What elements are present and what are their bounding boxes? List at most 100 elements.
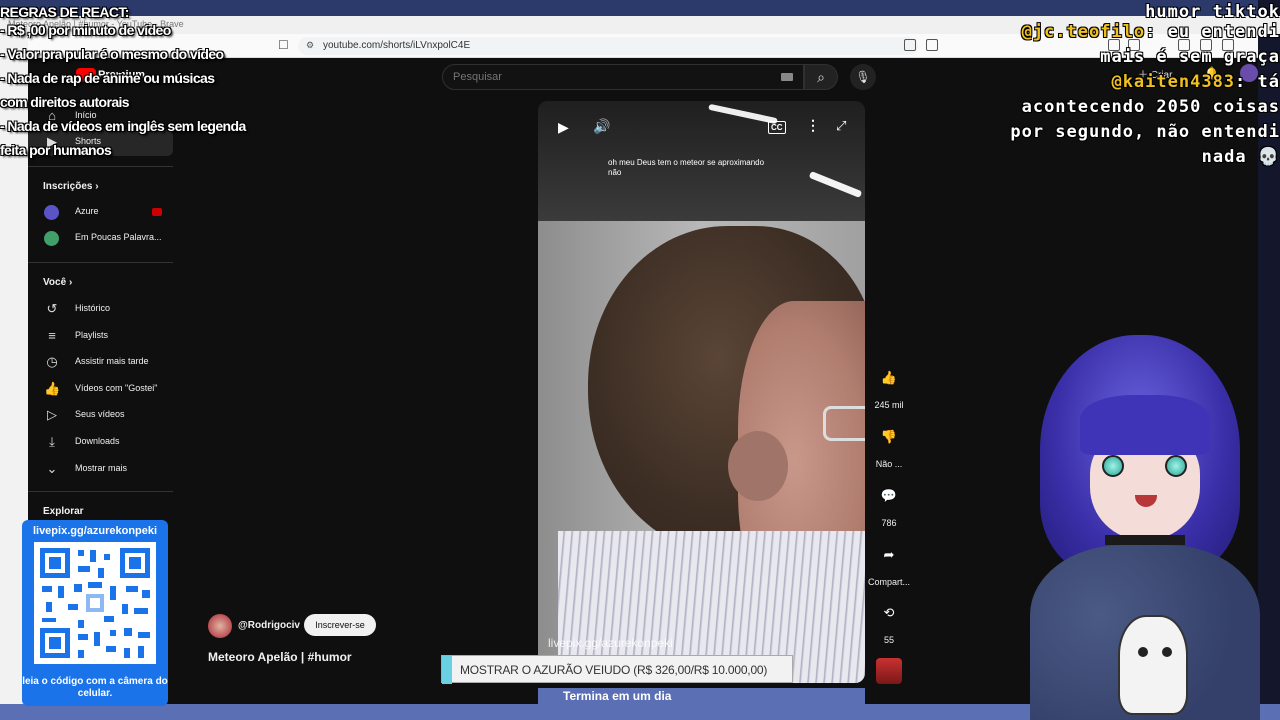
video-title: Meteoro Apelão | #humor [208, 650, 352, 664]
rule-line: - Nada de rap de anime ou músicas [0, 70, 215, 86]
microphone-icon: 🎙 [855, 70, 871, 84]
url-text[interactable]: youtube.com/shorts/iLVnxpolC4E [323, 40, 470, 51]
caption-line: não [608, 168, 622, 177]
rule-line: - Valor pra pular é o mesmo do vídeo [0, 46, 224, 62]
sidebar-item-liked-videos[interactable]: 👍 Vídeos com "Gostei" [28, 377, 173, 403]
subscribe-button[interactable]: Inscrever-se [304, 614, 376, 636]
channel-handle[interactable]: @Rodrigociv [238, 620, 300, 631]
goal-text: MOSTRAR O AZURÃO VEIUDO (R$ 326,00/R$ 10… [460, 663, 768, 677]
more-options-icon[interactable]: ⋮ [806, 117, 820, 134]
like-icon: 👍 [880, 370, 898, 385]
doll-eye [1162, 647, 1172, 657]
vtuber-eye [1102, 455, 1124, 477]
avatar[interactable] [208, 614, 232, 638]
play-button[interactable]: ▶ [558, 119, 569, 136]
vtuber-choker [1105, 535, 1185, 545]
search-button[interactable]: ⌕ [804, 64, 838, 90]
live-indicator-icon [152, 208, 162, 216]
rule-line: - R$ ,00 por minuto de vídeo [0, 22, 171, 38]
chat-username: @kaiten4383 [1111, 72, 1236, 92]
like-count: 245 mil [874, 400, 904, 410]
explore-heading: Explorar [43, 506, 84, 517]
video-caption: oh meu Deus tem o meteor se aproximando … [608, 158, 788, 178]
sidebar-subscription-em-poucas-palavras[interactable]: Em Poucas Palavra... [28, 226, 173, 252]
sidebar-subscription-azure[interactable]: Azure [28, 200, 173, 226]
volume-icon[interactable]: 🔊 [593, 118, 610, 135]
qr-url: livepix.gg/azurekonpeki [32, 525, 158, 537]
captions-button[interactable]: CC [768, 121, 786, 134]
remix-icon: ⟲ [883, 605, 895, 620]
dislike-label: Não ... [875, 459, 903, 469]
watermark-url: livepix.gg/azurekonpeki [548, 636, 673, 650]
doll-eye [1138, 647, 1148, 657]
search-input[interactable] [453, 71, 753, 83]
you-heading-label: Você [43, 277, 67, 288]
rule-line: feita por humanos [0, 142, 112, 158]
video-frame-glasses [823, 406, 865, 441]
voice-search-button[interactable]: 🎙 [850, 64, 876, 90]
dislike-button[interactable]: 👎 Não ... [867, 424, 911, 469]
goal-progress-fill [442, 656, 452, 684]
chat-text: : eu entendi [1145, 22, 1280, 42]
subscriptions-heading-label: Inscrições [43, 181, 93, 192]
vtuber-avatar [1010, 335, 1270, 720]
extension-icon[interactable] [926, 39, 938, 51]
dislike-icon: 👎 [880, 429, 898, 444]
donation-qr-card: livepix.gg/azurekonpeki leia o código co… [22, 520, 168, 706]
video-frame-person-ear [728, 431, 788, 501]
sidebar-item-label: Mostrar mais [75, 463, 128, 473]
playlists-icon: ≡ [48, 328, 56, 343]
keyboard-icon[interactable] [781, 73, 793, 81]
sidebar-item-label: Assistir mais tarde [75, 356, 149, 366]
extension-icon[interactable] [904, 39, 916, 51]
chat-username: @jc.teofilo [1021, 22, 1146, 42]
fullscreen-icon[interactable]: ⤢ [836, 118, 846, 134]
sidebar-item-downloads[interactable]: ⤓ Downloads [28, 430, 173, 456]
subscriptions-heading[interactable]: Inscrições › [43, 181, 99, 192]
sidebar-item-your-videos[interactable]: ▷ Seus vídeos [28, 403, 173, 429]
sidebar-item-watch-later[interactable]: ◷ Assistir mais tarde [28, 350, 173, 376]
chat-message: @kaiten4383: tá [940, 70, 1280, 95]
comments-button[interactable]: 💬 786 [867, 483, 911, 528]
chat-text: : tá [1235, 72, 1280, 92]
sidebar-item-label: Downloads [75, 436, 120, 446]
history-icon: ↺ [46, 301, 58, 316]
rule-line: com direitos autorais [0, 94, 130, 110]
donation-goal-bar: MOSTRAR O AZURÃO VEIUDO (R$ 326,00/R$ 10… [441, 655, 793, 684]
like-icon: 👍 [44, 381, 61, 396]
qr-code [34, 542, 156, 664]
sidebar-divider [28, 166, 173, 167]
goal-deadline-banner: Termina em um dia [538, 688, 865, 706]
shorts-video-player[interactable]: ▶ 🔊 CC ⋮ ⤢ oh meu Deus tem o meteor se a… [538, 101, 865, 683]
your-videos-icon: ▷ [47, 407, 57, 422]
sidebar-item-playlists[interactable]: ≡ Playlists [28, 324, 173, 350]
rule-line: - Nada de vídeos em inglês sem legenda [0, 118, 246, 134]
search-icon: ⌕ [817, 69, 825, 85]
download-icon: ⤓ [49, 434, 55, 449]
vtuber-eye [1165, 455, 1187, 477]
address-bar[interactable]: ⚙ youtube.com/shorts/iLVnxpolC4E [298, 37, 918, 55]
sidebar-item-show-more[interactable]: ⌄ Mostrar mais [28, 457, 173, 483]
chat-overlay: @jc.teofilo: eu entendi mais é sem graça… [940, 20, 1280, 170]
sidebar-divider [28, 491, 173, 492]
goal-deadline-text: Termina em um dia [563, 689, 672, 703]
comment-icon: 💬 [880, 488, 898, 503]
site-info-icon[interactable]: ⚙ [306, 40, 314, 51]
channel-thumbnail[interactable] [876, 658, 902, 684]
chat-text: por segundo, não entendi [1010, 122, 1280, 142]
chat-text: nada 💀 [1201, 147, 1280, 167]
comment-count: 786 [881, 518, 897, 528]
sidebar-item-label: Em Poucas Palavra... [75, 232, 162, 242]
search-box[interactable] [442, 64, 804, 90]
chevron-down-icon: ⌄ [46, 461, 58, 476]
like-button[interactable]: 👍 245 mil [867, 365, 911, 410]
share-button[interactable]: ➦ Compart... [867, 542, 911, 587]
remix-button[interactable]: ⟲ 55 [867, 600, 911, 645]
qr-code-icon [34, 542, 156, 664]
share-icon: ➦ [883, 547, 895, 562]
caption-line: oh meu Deus tem o meteor se aproximando [608, 158, 765, 167]
sidebar-item-history[interactable]: ↺ Histórico [28, 297, 173, 323]
qr-hint: leia o código com a câmera do celular. [22, 676, 168, 699]
vtuber-doll [1118, 615, 1188, 715]
you-heading[interactable]: Você › [43, 277, 72, 288]
